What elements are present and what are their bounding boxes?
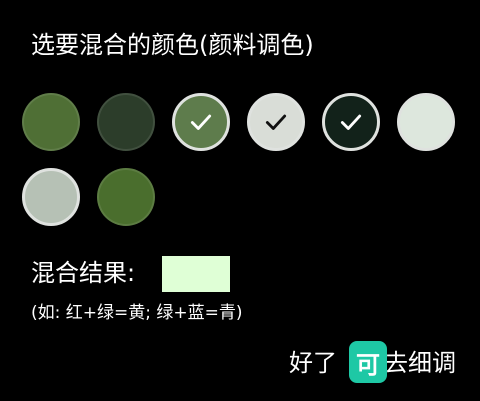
fine-tune-button[interactable]: 去细调 xyxy=(384,346,456,380)
color-swatch-1[interactable] xyxy=(22,93,80,151)
check-icon xyxy=(190,114,212,130)
color-swatch-6[interactable] xyxy=(397,93,455,151)
ok-button[interactable]: 好了 xyxy=(289,346,337,380)
color-swatch-2[interactable] xyxy=(97,93,155,151)
mix-result-label: 混合结果: xyxy=(31,259,136,287)
mix-result-swatch xyxy=(162,256,230,292)
color-swatch-8[interactable] xyxy=(97,168,155,226)
check-icon xyxy=(340,114,362,130)
color-swatch-3[interactable] xyxy=(172,93,230,151)
color-swatch-7[interactable] xyxy=(22,168,80,226)
mixing-hint-text: (如: 红+绿=黄; 绿+蓝=青) xyxy=(31,303,243,323)
color-swatch-5[interactable] xyxy=(322,93,380,151)
dialog-title: 选要混合的颜色(颜料调色) xyxy=(31,31,314,59)
color-swatch-4[interactable] xyxy=(247,93,305,151)
check-icon xyxy=(265,114,287,130)
app-overlay-badge[interactable]: 可 xyxy=(349,341,387,383)
